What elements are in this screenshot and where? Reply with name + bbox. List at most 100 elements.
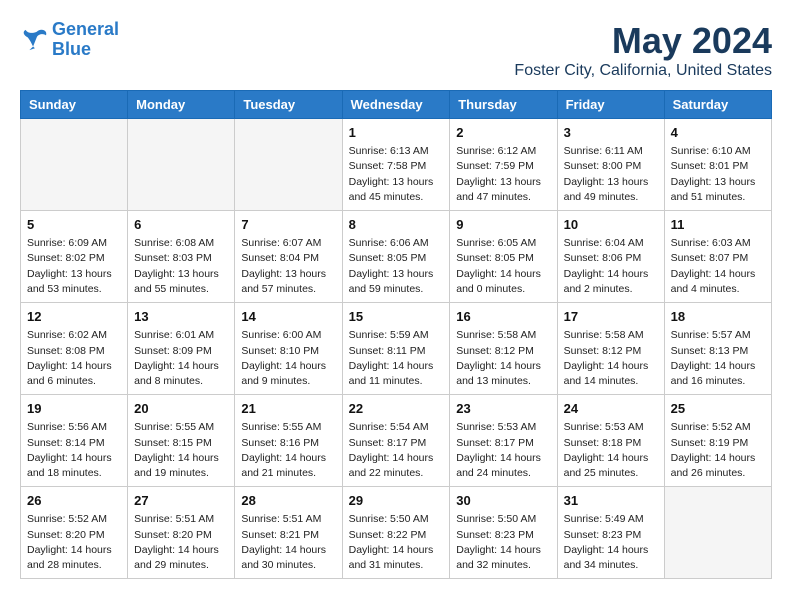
calendar-cell: 12 Sunrise: 6:02 AMSunset: 8:08 PMDayligh… [21, 303, 128, 395]
calendar-cell: 7Sunrise: 6:07 AMSunset: 8:04 PMDaylight… [235, 211, 342, 303]
day-info: Sunrise: 6:02 AMSunset: 8:08 PMDaylight:… [27, 328, 121, 389]
calendar-cell: 30 Sunrise: 5:50 AMSunset: 8:23 PMDayligh… [450, 487, 557, 579]
day-number: 8 [349, 216, 444, 234]
day-number: 27 [134, 492, 228, 510]
day-info: Sunrise: 6:13 AMSunset: 7:58 PMDaylight:… [349, 144, 444, 205]
calendar-cell: 19 Sunrise: 5:56 AMSunset: 8:14 PMDayligh… [21, 395, 128, 487]
calendar-cell: 31 Sunrise: 5:49 AMSunset: 8:23 PMDayligh… [557, 487, 664, 579]
weekday-header-tuesday: Tuesday [235, 91, 342, 119]
day-info: Sunrise: 5:51 AMSunset: 8:21 PMDaylight:… [241, 512, 335, 573]
day-info: Sunrise: 5:51 AMSunset: 8:20 PMDaylight:… [134, 512, 228, 573]
day-info: Sunrise: 5:50 AMSunset: 8:22 PMDaylight:… [349, 512, 444, 573]
weekday-header-monday: Monday [128, 91, 235, 119]
day-info: Sunrise: 6:00 AMSunset: 8:10 PMDaylight:… [241, 328, 335, 389]
calendar-cell: 27 Sunrise: 5:51 AMSunset: 8:20 PMDayligh… [128, 487, 235, 579]
calendar-cell: 15 Sunrise: 5:59 AMSunset: 8:11 PMDayligh… [342, 303, 450, 395]
calendar-cell [235, 119, 342, 211]
day-info: Sunrise: 6:04 AMSunset: 8:06 PMDaylight:… [564, 236, 658, 297]
day-info: Sunrise: 6:08 AMSunset: 8:03 PMDaylight:… [134, 236, 228, 297]
day-info: Sunrise: 6:03 AMSunset: 8:07 PMDaylight:… [671, 236, 765, 297]
day-number: 13 [134, 308, 228, 326]
day-number: 6 [134, 216, 228, 234]
calendar-cell: 17 Sunrise: 5:58 AMSunset: 8:12 PMDayligh… [557, 303, 664, 395]
day-info: Sunrise: 5:53 AMSunset: 8:17 PMDaylight:… [456, 420, 550, 481]
calendar-cell: 1 Sunrise: 6:13 AMSunset: 7:58 PMDaylight… [342, 119, 450, 211]
calendar-cell [664, 487, 771, 579]
day-number: 9 [456, 216, 550, 234]
calendar-cell: 20 Sunrise: 5:55 AMSunset: 8:15 PMDayligh… [128, 395, 235, 487]
calendar-cell: 13 Sunrise: 6:01 AMSunset: 8:09 PMDayligh… [128, 303, 235, 395]
calendar-cell: 3Sunrise: 6:11 AMSunset: 8:00 PMDaylight… [557, 119, 664, 211]
logo-icon [20, 28, 48, 52]
day-number: 1 [349, 124, 444, 142]
day-info: Sunrise: 5:58 AMSunset: 8:12 PMDaylight:… [564, 328, 658, 389]
weekday-header-row: SundayMondayTuesdayWednesdayThursdayFrid… [21, 91, 772, 119]
calendar-cell: 16 Sunrise: 5:58 AMSunset: 8:12 PMDayligh… [450, 303, 557, 395]
day-info: Sunrise: 5:50 AMSunset: 8:23 PMDaylight:… [456, 512, 550, 573]
day-number: 17 [564, 308, 658, 326]
calendar-cell: 9 Sunrise: 6:05 AMSunset: 8:05 PMDaylight… [450, 211, 557, 303]
calendar-cell: 11Sunrise: 6:03 AMSunset: 8:07 PMDayligh… [664, 211, 771, 303]
day-number: 30 [456, 492, 550, 510]
day-number: 22 [349, 400, 444, 418]
day-info: Sunrise: 5:53 AMSunset: 8:18 PMDaylight:… [564, 420, 658, 481]
location-title: Foster City, California, United States [514, 62, 772, 80]
logo: General Blue [20, 20, 119, 60]
day-number: 15 [349, 308, 444, 326]
calendar-cell: 21 Sunrise: 5:55 AMSunset: 8:16 PMDayligh… [235, 395, 342, 487]
day-number: 10 [564, 216, 658, 234]
calendar-cell: 29Sunrise: 5:50 AMSunset: 8:22 PMDayligh… [342, 487, 450, 579]
calendar-table: SundayMondayTuesdayWednesdayThursdayFrid… [20, 90, 772, 579]
day-number: 20 [134, 400, 228, 418]
day-info: Sunrise: 5:57 AMSunset: 8:13 PMDaylight:… [671, 328, 765, 389]
week-row-1: 1 Sunrise: 6:13 AMSunset: 7:58 PMDaylight… [21, 119, 772, 211]
day-info: Sunrise: 6:10 AMSunset: 8:01 PMDaylight:… [671, 144, 765, 205]
day-info: Sunrise: 5:54 AMSunset: 8:17 PMDaylight:… [349, 420, 444, 481]
month-title: May 2024 [514, 20, 772, 62]
day-number: 5 [27, 216, 121, 234]
day-number: 18 [671, 308, 765, 326]
calendar-cell: 14 Sunrise: 6:00 AMSunset: 8:10 PMDayligh… [235, 303, 342, 395]
day-number: 3 [564, 124, 658, 142]
week-row-5: 26 Sunrise: 5:52 AMSunset: 8:20 PMDayligh… [21, 487, 772, 579]
weekday-header-sunday: Sunday [21, 91, 128, 119]
calendar-cell: 24 Sunrise: 5:53 AMSunset: 8:18 PMDayligh… [557, 395, 664, 487]
day-info: Sunrise: 5:55 AMSunset: 8:15 PMDaylight:… [134, 420, 228, 481]
day-number: 26 [27, 492, 121, 510]
day-info: Sunrise: 5:55 AMSunset: 8:16 PMDaylight:… [241, 420, 335, 481]
day-info: Sunrise: 5:56 AMSunset: 8:14 PMDaylight:… [27, 420, 121, 481]
calendar-cell: 6 Sunrise: 6:08 AMSunset: 8:03 PMDaylight… [128, 211, 235, 303]
day-info: Sunrise: 6:01 AMSunset: 8:09 PMDaylight:… [134, 328, 228, 389]
calendar-cell: 2Sunrise: 6:12 AMSunset: 7:59 PMDaylight… [450, 119, 557, 211]
day-info: Sunrise: 6:09 AMSunset: 8:02 PMDaylight:… [27, 236, 121, 297]
calendar-cell: 26 Sunrise: 5:52 AMSunset: 8:20 PMDayligh… [21, 487, 128, 579]
day-info: Sunrise: 6:05 AMSunset: 8:05 PMDaylight:… [456, 236, 550, 297]
calendar-cell: 28Sunrise: 5:51 AMSunset: 8:21 PMDayligh… [235, 487, 342, 579]
day-info: Sunrise: 5:58 AMSunset: 8:12 PMDaylight:… [456, 328, 550, 389]
day-number: 19 [27, 400, 121, 418]
day-number: 12 [27, 308, 121, 326]
day-number: 31 [564, 492, 658, 510]
calendar-cell: 8 Sunrise: 6:06 AMSunset: 8:05 PMDaylight… [342, 211, 450, 303]
week-row-4: 19 Sunrise: 5:56 AMSunset: 8:14 PMDayligh… [21, 395, 772, 487]
day-number: 16 [456, 308, 550, 326]
day-info: Sunrise: 5:59 AMSunset: 8:11 PMDaylight:… [349, 328, 444, 389]
weekday-header-wednesday: Wednesday [342, 91, 450, 119]
day-info: Sunrise: 6:06 AMSunset: 8:05 PMDaylight:… [349, 236, 444, 297]
logo-text: General Blue [52, 20, 119, 60]
day-info: Sunrise: 5:52 AMSunset: 8:20 PMDaylight:… [27, 512, 121, 573]
calendar-cell: 23Sunrise: 5:53 AMSunset: 8:17 PMDayligh… [450, 395, 557, 487]
day-info: Sunrise: 6:07 AMSunset: 8:04 PMDaylight:… [241, 236, 335, 297]
calendar-cell: 18 Sunrise: 5:57 AMSunset: 8:13 PMDayligh… [664, 303, 771, 395]
day-number: 24 [564, 400, 658, 418]
day-info: Sunrise: 5:52 AMSunset: 8:19 PMDaylight:… [671, 420, 765, 481]
day-number: 14 [241, 308, 335, 326]
day-info: Sunrise: 5:49 AMSunset: 8:23 PMDaylight:… [564, 512, 658, 573]
calendar-cell: 22 Sunrise: 5:54 AMSunset: 8:17 PMDayligh… [342, 395, 450, 487]
day-number: 21 [241, 400, 335, 418]
weekday-header-friday: Friday [557, 91, 664, 119]
day-info: Sunrise: 6:12 AMSunset: 7:59 PMDaylight:… [456, 144, 550, 205]
calendar-cell: 4Sunrise: 6:10 AMSunset: 8:01 PMDaylight… [664, 119, 771, 211]
week-row-3: 12 Sunrise: 6:02 AMSunset: 8:08 PMDayligh… [21, 303, 772, 395]
calendar-cell: 5 Sunrise: 6:09 AMSunset: 8:02 PMDaylight… [21, 211, 128, 303]
